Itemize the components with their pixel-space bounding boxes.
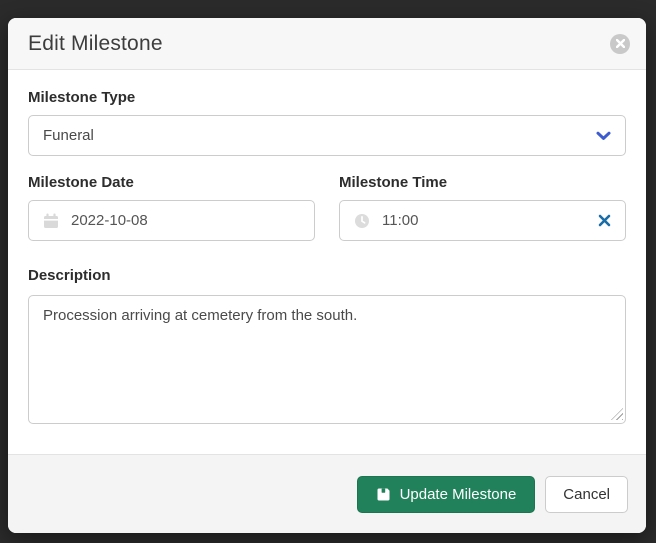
milestone-time-input[interactable] bbox=[382, 212, 586, 229]
milestone-date-field[interactable] bbox=[28, 200, 315, 241]
update-milestone-button[interactable]: Update Milestone bbox=[357, 476, 536, 513]
milestone-date-label: Milestone Date bbox=[28, 174, 315, 191]
cancel-label: Cancel bbox=[563, 486, 610, 503]
modal-footer: Update Milestone Cancel bbox=[8, 454, 646, 533]
milestone-date-group: Milestone Date bbox=[28, 174, 315, 241]
close-icon bbox=[616, 39, 625, 48]
clock-icon bbox=[354, 213, 370, 229]
modal-backdrop: Edit Milestone Milestone Type Funeral Mi… bbox=[0, 0, 656, 543]
modal-body: Milestone Type Funeral Milestone Date bbox=[8, 70, 646, 454]
edit-milestone-modal: Edit Milestone Milestone Type Funeral Mi… bbox=[8, 18, 646, 533]
milestone-type-select-wrap: Funeral bbox=[28, 115, 626, 156]
description-textarea-wrap: Procession arriving at cemetery from the… bbox=[28, 295, 626, 424]
milestone-time-group: Milestone Time bbox=[339, 174, 626, 241]
description-textarea[interactable]: Procession arriving at cemetery from the… bbox=[28, 295, 626, 424]
cancel-button[interactable]: Cancel bbox=[545, 476, 628, 513]
milestone-time-field[interactable] bbox=[339, 200, 626, 241]
description-group: Description Procession arriving at cemet… bbox=[28, 267, 626, 424]
save-icon bbox=[376, 487, 391, 502]
milestone-time-label: Milestone Time bbox=[339, 174, 626, 191]
clear-time-button[interactable] bbox=[598, 214, 611, 227]
modal-header: Edit Milestone bbox=[8, 18, 646, 70]
close-button[interactable] bbox=[610, 34, 630, 54]
clear-x-icon bbox=[598, 214, 611, 227]
date-time-row: Milestone Date bbox=[28, 174, 626, 241]
modal-title: Edit Milestone bbox=[28, 32, 163, 56]
milestone-type-select[interactable]: Funeral bbox=[28, 115, 626, 156]
milestone-date-input[interactable] bbox=[71, 212, 300, 229]
update-milestone-label: Update Milestone bbox=[400, 486, 517, 503]
description-label: Description bbox=[28, 267, 626, 284]
calendar-icon bbox=[43, 213, 59, 229]
milestone-type-label: Milestone Type bbox=[28, 89, 626, 106]
